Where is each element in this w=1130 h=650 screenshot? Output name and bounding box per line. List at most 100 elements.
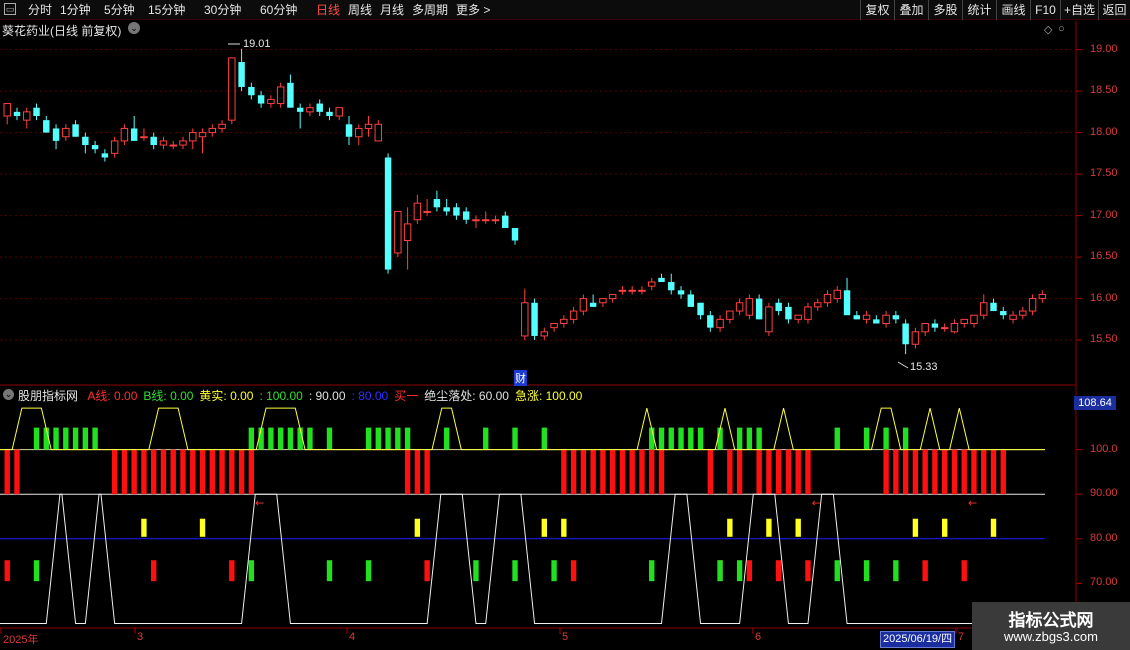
red-signal-bar	[785, 449, 792, 495]
green-signal-bar	[277, 427, 284, 450]
candle-body	[589, 302, 597, 307]
red-signal-bar	[893, 449, 899, 495]
candle-body	[873, 319, 880, 324]
green-signal-bar	[72, 427, 79, 450]
candle-body	[511, 228, 519, 241]
green-signal-bar	[512, 427, 518, 450]
green-signal-bar	[746, 427, 753, 450]
price-axis-label: 15.50	[1090, 333, 1118, 346]
candle-body	[3, 103, 11, 117]
green-signal-bar	[443, 427, 450, 450]
red-signal-bar	[561, 449, 567, 495]
yellow-bar	[727, 518, 733, 537]
green-signal-bar	[268, 427, 274, 450]
expand-icon[interactable]: ○	[1058, 23, 1065, 35]
red-signal-bar	[629, 449, 635, 495]
green-signal-bar	[326, 427, 333, 450]
red-signal-bar	[766, 449, 772, 495]
candle-body	[159, 140, 168, 146]
candle-body	[765, 306, 773, 333]
watermark-title: 指标公式网	[1008, 611, 1094, 630]
candle-body	[491, 219, 500, 222]
red-signal-bar	[805, 449, 811, 495]
red-signal-bar	[912, 449, 919, 495]
red-signal-bar	[141, 449, 147, 495]
candle-body	[238, 62, 245, 87]
candle-body	[345, 124, 353, 137]
candle-body	[1000, 311, 1007, 316]
candle-body	[287, 82, 294, 108]
legend-item-4: : 90.00	[308, 389, 346, 403]
green-signal-bar	[688, 427, 694, 450]
candle-body	[687, 294, 695, 307]
candle-body	[785, 306, 792, 320]
low-green-bar	[33, 560, 40, 582]
red-signal-bar	[639, 449, 645, 495]
candle-body	[755, 298, 763, 320]
candle-body	[218, 123, 226, 129]
yellow-bar	[541, 518, 547, 537]
red-signal-bar	[922, 449, 928, 495]
green-signal-bar	[756, 427, 762, 450]
price-axis-label: 18.50	[1090, 84, 1118, 97]
candle-body	[521, 302, 529, 337]
candle-body	[648, 281, 656, 287]
candle-body	[775, 302, 782, 312]
candle-body	[120, 127, 129, 142]
candle-body	[990, 302, 997, 312]
red-signal-bar	[4, 449, 10, 495]
candle-body	[462, 211, 470, 220]
indicator-axis-label: 100.0	[1090, 442, 1118, 455]
red-signal-bar	[570, 449, 577, 495]
candle-body	[911, 331, 920, 345]
candle-body	[1028, 298, 1037, 312]
candle-body	[43, 120, 50, 133]
candle-body	[618, 289, 627, 292]
candle-body	[940, 327, 949, 330]
green-signal-bar	[248, 427, 255, 450]
buy-arrow: ←	[255, 497, 264, 510]
indicator-axis-label: 70.00	[1090, 576, 1118, 589]
candle-body	[13, 111, 21, 116]
red-signal-bar	[248, 449, 255, 495]
green-signal-bar	[63, 427, 69, 450]
candle-body	[248, 86, 255, 96]
candle-body	[257, 95, 265, 104]
candle-body	[579, 298, 588, 312]
candle-body	[150, 136, 157, 146]
green-signal-bar	[658, 427, 665, 450]
high-price-label: 19.01	[243, 38, 271, 50]
candle-body	[403, 223, 412, 241]
red-signal-bar	[902, 449, 909, 495]
yellow-bar	[795, 518, 801, 537]
green-signal-bar	[385, 427, 391, 450]
red-signal-bar	[590, 449, 596, 495]
indicator-axis-label: 90.00	[1090, 487, 1118, 500]
watermark-logo: 指标公式网 www.zbgs3.com	[972, 602, 1130, 650]
candle-body	[140, 136, 148, 139]
price-axis-label: 19.00	[1090, 42, 1118, 55]
green-signal-bar	[365, 427, 372, 450]
red-signal-bar	[404, 449, 411, 495]
kline-chart: ← ← ←	[0, 21, 1082, 650]
candle-body	[62, 127, 70, 138]
red-signal-bar	[209, 449, 215, 495]
candle-body	[276, 86, 285, 105]
green-signal-bar	[863, 427, 870, 450]
red-signal-bar	[951, 449, 958, 495]
candle-body	[82, 136, 89, 146]
indicator-settings-icon[interactable]: ⌄	[3, 389, 14, 400]
red-signal-bar	[609, 449, 616, 495]
legend-item-6: 买一	[394, 389, 419, 403]
green-signal-bar	[404, 427, 411, 450]
financial-report-marker[interactable]: 财	[514, 370, 527, 386]
candle-body	[980, 302, 988, 316]
draw-tool-icon[interactable]: ◇	[1044, 23, 1052, 36]
red-signal-bar	[932, 449, 938, 495]
green-signal-bar	[697, 427, 704, 450]
green-signal-bar	[902, 427, 909, 450]
red-signal-bar	[736, 449, 743, 495]
candle-body	[110, 140, 119, 154]
green-signal-bar	[736, 427, 743, 450]
yellow-bar	[766, 518, 772, 537]
